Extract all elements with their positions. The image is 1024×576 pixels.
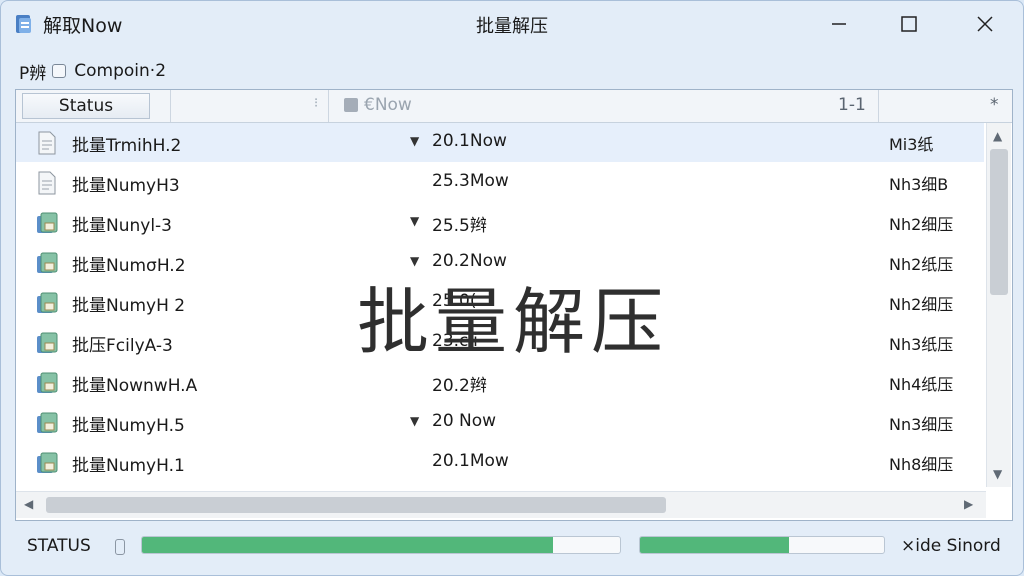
row-value: 20.2辫 <box>432 376 487 396</box>
folder-icon <box>52 64 67 78</box>
row-size: Nn3细压 <box>889 415 954 434</box>
window-title: 批量解压 <box>476 16 548 37</box>
maximize-button[interactable] <box>887 9 931 39</box>
app-window: 解取Now 批量解压 P辨 Compoin·2 Status ⁝ €Now 1-… <box>0 0 1024 576</box>
dropdown-arrow-icon[interactable]: ▼ <box>410 414 419 428</box>
row-size: Nh4纸压 <box>889 375 954 394</box>
status-label: STATUS <box>27 536 91 556</box>
row-size: Nh3细B <box>889 175 949 194</box>
table-row[interactable]: 批量NumyH.1 20.1Mow Nh8细压 <box>16 443 984 482</box>
row-value: 25.5辫 <box>432 216 487 236</box>
row-size: Nh8细压 <box>889 455 954 474</box>
document-icon <box>38 171 56 195</box>
table-row[interactable]: 批量NumyH3 25.3Mow Nh3细B <box>16 163 984 202</box>
dropdown-arrow-icon[interactable]: ▼ <box>410 134 419 148</box>
path-breadcrumb[interactable]: P辨 Compoin·2 <box>19 59 167 84</box>
maximize-icon <box>901 16 917 32</box>
archive-file-icon <box>37 372 58 393</box>
overlay-title: 批量解压 <box>356 280 669 364</box>
table-row[interactable]: 批量NumyH.5 ▼ 20 Now Nn3细压 <box>16 403 984 442</box>
row-name: 批量NownwH.A <box>72 376 198 396</box>
table-row[interactable]: 批量NownwH.A 20.2辫 Nh4纸压 <box>16 363 984 402</box>
column-count[interactable]: 1-1 <box>838 95 866 115</box>
column-now-label: €Now <box>364 95 412 115</box>
scroll-up-icon[interactable]: ▲ <box>993 129 1002 143</box>
column-status[interactable]: Status <box>22 93 150 119</box>
row-name: 批量NumyH.1 <box>72 456 185 476</box>
scroll-right-icon[interactable]: ▶ <box>964 497 973 511</box>
progress-fill <box>142 537 554 553</box>
column-star[interactable]: * <box>990 95 999 115</box>
row-value: 20 Now <box>432 411 497 431</box>
sort-icon[interactable]: ⁝ <box>314 96 318 111</box>
scroll-down-icon[interactable]: ▼ <box>993 467 1002 481</box>
column-divider[interactable] <box>328 90 329 122</box>
row-name: 批量NumyH3 <box>72 176 180 196</box>
scroll-left-icon[interactable]: ◀ <box>24 497 33 511</box>
path-label: Compoin·2 <box>74 61 167 81</box>
column-header: Status ⁝ €Now 1-1 * <box>16 90 1012 123</box>
horizontal-scrollbar[interactable]: ◀ ▶ <box>16 491 986 518</box>
document-icon <box>38 131 56 155</box>
dropdown-arrow-icon[interactable]: ▼ <box>410 214 419 228</box>
table-row[interactable]: 批量TrmihH.2 ▼ 20.1Now Mi3纸 <box>16 123 984 162</box>
minimize-icon <box>832 23 846 25</box>
row-name: 批量Nunyl-3 <box>72 216 172 236</box>
path-prefix: P辨 <box>19 63 47 84</box>
row-value: 20.1Mow <box>432 451 509 471</box>
column-now[interactable]: €Now <box>344 95 412 115</box>
scroll-thumb-horizontal[interactable] <box>46 497 666 513</box>
close-icon <box>977 16 993 32</box>
progress-bar-secondary <box>639 536 885 554</box>
table-row[interactable]: 批量Nunyl-3 ▼ 25.5辫 Nh2细压 <box>16 203 984 242</box>
status-right-text: ×ide Sinord <box>901 536 1001 556</box>
minimize-button[interactable] <box>817 9 861 39</box>
column-divider[interactable] <box>878 90 879 122</box>
title-bar[interactable]: 解取Now 批量解压 <box>1 1 1023 47</box>
row-value: 25.3Mow <box>432 171 509 191</box>
progress-fill <box>640 537 789 553</box>
row-size: Mi3纸 <box>889 135 934 154</box>
row-size: Nh2细压 <box>889 215 954 234</box>
status-indicator-icon <box>115 539 125 555</box>
close-button[interactable] <box>963 9 1007 39</box>
column-divider[interactable] <box>170 90 171 122</box>
archive-file-icon <box>37 212 58 233</box>
archive-file-icon <box>37 412 58 433</box>
row-value: 20.1Now <box>432 131 507 151</box>
column-icon <box>344 98 358 112</box>
archive-file-icon <box>37 452 58 473</box>
status-bar: STATUS ×ide Sinord <box>1 525 1023 571</box>
progress-bar-primary <box>141 536 621 554</box>
row-name: 批量NumyH.5 <box>72 416 185 436</box>
row-name: 批量TrmihH.2 <box>72 136 182 156</box>
